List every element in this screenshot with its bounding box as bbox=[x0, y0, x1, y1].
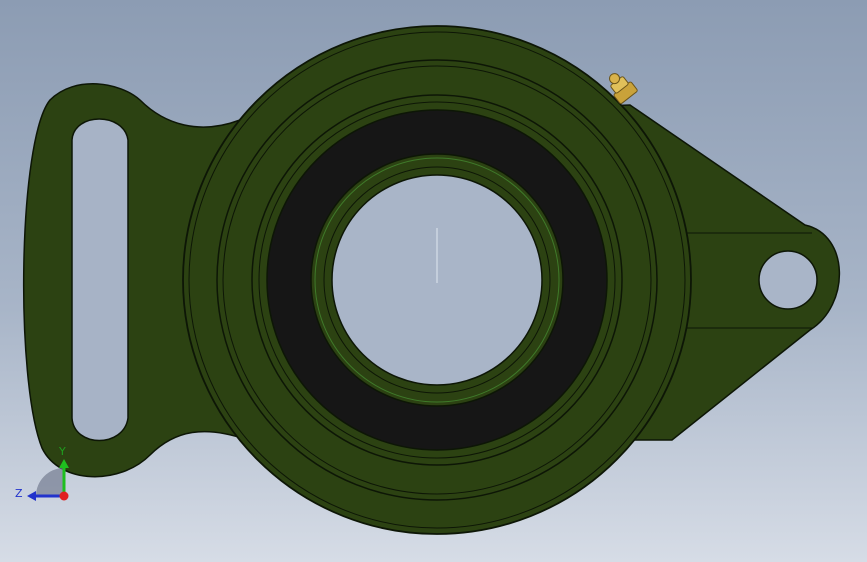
triad-base bbox=[36, 468, 64, 496]
mounting-hole bbox=[758, 250, 818, 310]
bearing-housing-part[interactable] bbox=[22, 25, 841, 535]
model-canvas[interactable]: Y Z bbox=[0, 0, 867, 562]
mounting-slot bbox=[71, 118, 129, 442]
z-arrow-head bbox=[27, 491, 36, 501]
3d-viewport[interactable]: Y Z bbox=[0, 0, 867, 562]
x-axis-dot bbox=[59, 491, 69, 501]
z-axis-label: Z bbox=[15, 487, 23, 500]
y-axis-label: Y bbox=[58, 445, 66, 458]
coordinate-triad: Y Z bbox=[15, 445, 69, 501]
